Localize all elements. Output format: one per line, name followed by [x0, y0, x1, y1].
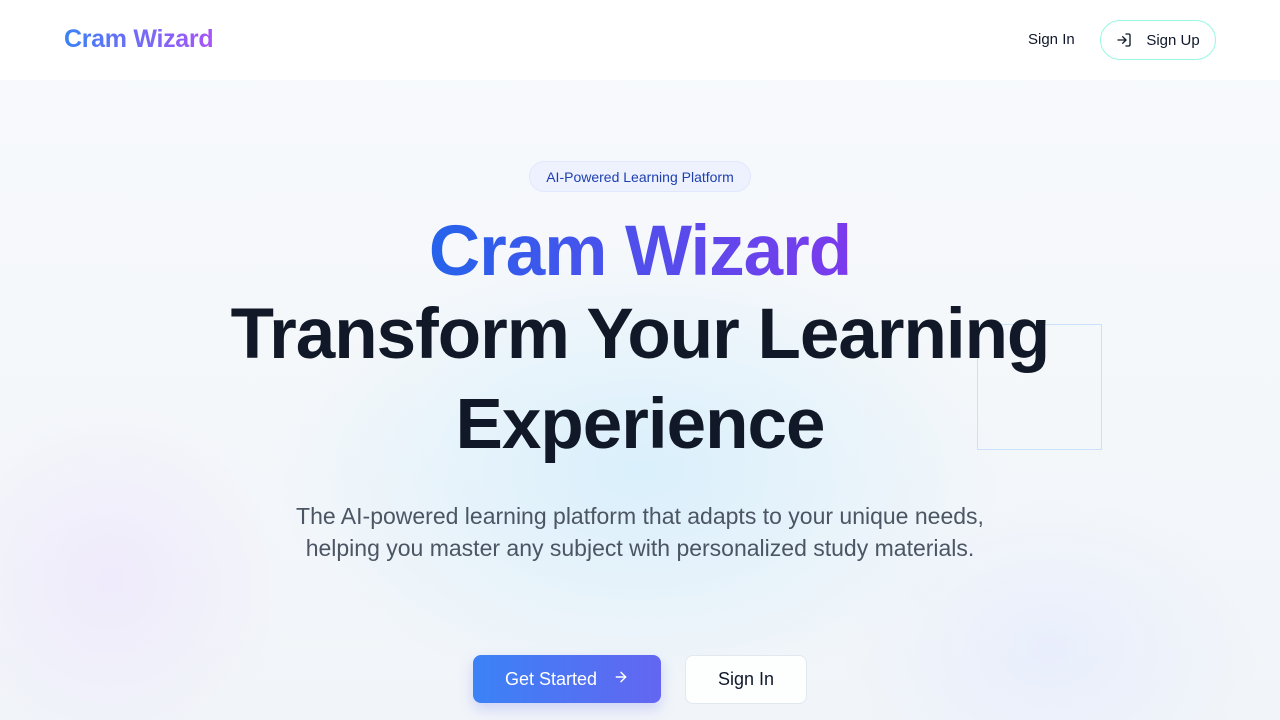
hero-title-line-2: Experience [455, 385, 826, 464]
top-navbar: Cram Wizard Sign In Sign Up [0, 0, 1280, 80]
login-arrow-icon [1116, 32, 1132, 48]
hero-brand-heading: Cram Wizard [0, 212, 1280, 292]
hero-badge: AI-Powered Learning Platform [529, 161, 751, 192]
get-started-button[interactable]: Get Started [473, 655, 661, 703]
nav-sign-up-button[interactable]: Sign Up [1100, 20, 1216, 60]
arrow-right-icon [613, 669, 629, 690]
nav-sign-in-button[interactable]: Sign In [1014, 26, 1089, 54]
get-started-label: Get Started [504, 668, 598, 689]
hero-sign-in-button[interactable]: Sign In [685, 655, 807, 704]
logo[interactable]: Cram Wizard [64, 25, 214, 54]
hero-brand-text: Cram Wizard [428, 212, 852, 291]
hero-title: Transform Your Learning Experience [0, 290, 1280, 470]
nav-sign-up-label: Sign Up [1146, 31, 1200, 49]
hero-title-line-1: Transform Your Learning [230, 295, 1051, 374]
hero-subtitle: The AI-powered learning platform that ad… [296, 503, 984, 561]
